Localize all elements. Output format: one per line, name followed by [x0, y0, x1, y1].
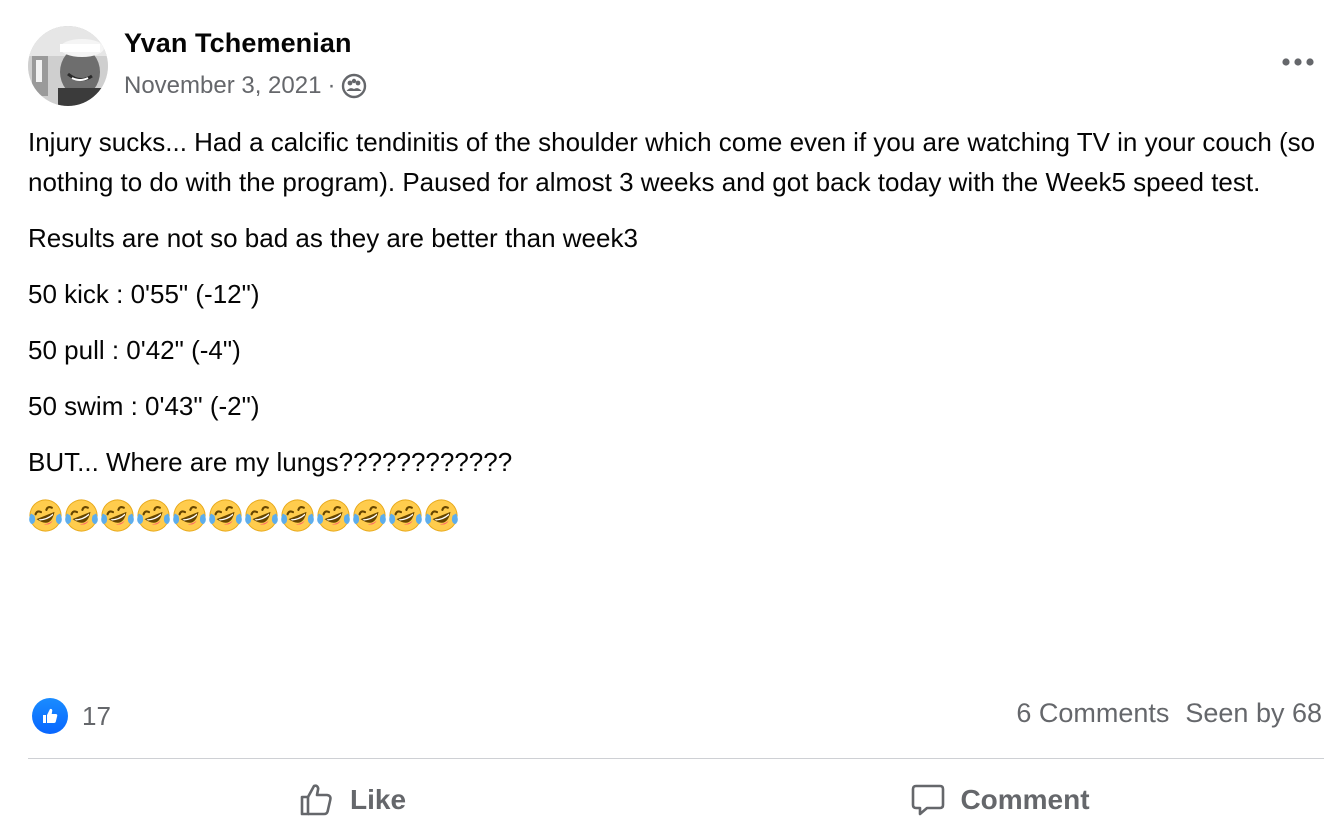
reaction-count: 17 — [82, 700, 111, 731]
reactions-summary[interactable]: 17 — [32, 698, 111, 734]
like-button[interactable]: Like — [28, 770, 676, 830]
post-paragraph: BUT... Where are my lungs???????????? — [28, 447, 513, 477]
seen-by-link[interactable]: Seen by 68 — [1185, 698, 1322, 729]
more-options-button[interactable] — [1280, 50, 1316, 74]
post-date[interactable]: November 3, 2021 — [124, 72, 321, 100]
comment-icon — [912, 784, 945, 816]
rolling-on-floor-laughing-emoji — [65, 499, 98, 532]
avatar[interactable] — [28, 26, 108, 106]
comment-label: Comment — [960, 784, 1090, 815]
avatar-photo — [28, 26, 108, 106]
post-card: Yvan Tchemenian November 3, 2021 · Injur… — [0, 0, 1342, 835]
rolling-on-floor-laughing-emoji — [173, 499, 206, 532]
post-body: Injury sucks... Had a calcific tendiniti… — [28, 122, 1318, 533]
group-icon[interactable] — [341, 73, 367, 99]
rolling-on-floor-laughing-emoji — [317, 499, 350, 532]
thumbs-up-icon — [300, 784, 332, 816]
meta-separator: · — [327, 72, 336, 99]
divider — [28, 758, 1324, 759]
like-icon — [32, 698, 68, 734]
more-horizontal-icon — [1282, 58, 1314, 66]
author-name[interactable]: Yvan Tchemenian — [124, 28, 352, 59]
like-label: Like — [349, 784, 407, 815]
rolling-on-floor-laughing-emoji — [353, 499, 386, 532]
post-paragraph: 50 swim : 0'43" (-2") — [28, 391, 260, 421]
post-paragraph: 50 kick : 0'55" (-12") — [28, 279, 260, 309]
comments-count-link[interactable]: 6 Comments — [1016, 698, 1169, 729]
rolling-on-floor-laughing-emoji — [389, 499, 422, 532]
rolling-on-floor-laughing-emoji — [281, 499, 314, 532]
rolling-on-floor-laughing-emoji — [209, 499, 242, 532]
post-paragraph: Injury sucks... Had a calcific tendiniti… — [28, 127, 1316, 197]
post-meta: November 3, 2021 · — [124, 72, 367, 100]
rolling-on-floor-laughing-emoji — [425, 499, 458, 532]
rolling-on-floor-laughing-emoji — [101, 499, 134, 532]
post-actions: Like Comment — [28, 770, 1324, 830]
rolling-on-floor-laughing-emoji — [137, 499, 170, 532]
emoji-row — [28, 498, 1318, 533]
comment-button[interactable]: Comment — [676, 770, 1324, 830]
post-stats: 6 Comments Seen by 68 — [1016, 698, 1322, 729]
rolling-on-floor-laughing-emoji — [245, 499, 278, 532]
post-paragraph: Results are not so bad as they are bette… — [28, 223, 638, 253]
post-paragraph: 50 pull : 0'42" (-4") — [28, 335, 241, 365]
rolling-on-floor-laughing-emoji — [29, 499, 62, 532]
